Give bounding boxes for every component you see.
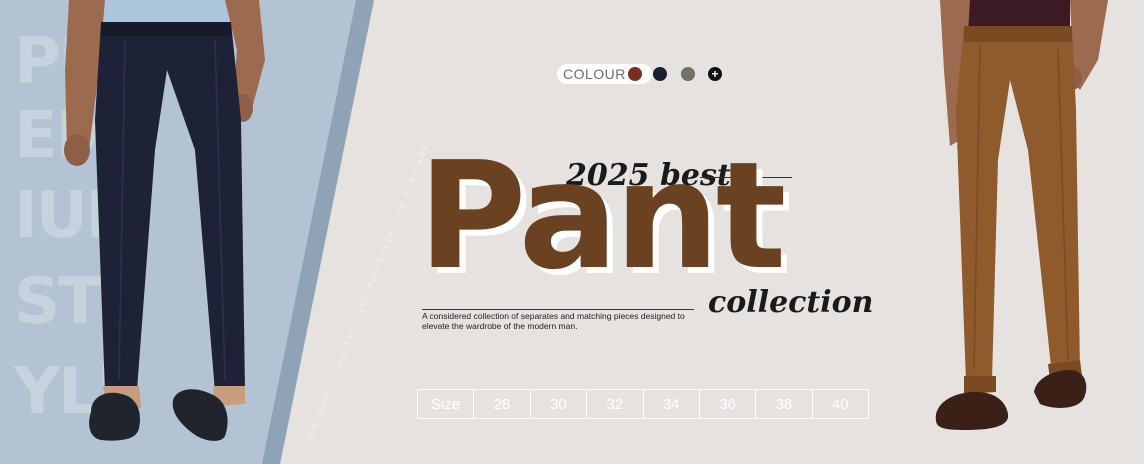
colour-swatch-olive[interactable] xyxy=(681,67,695,81)
size-selector: Size 28 30 32 34 36 38 40 xyxy=(417,389,869,419)
navy-pants-model-image xyxy=(64,0,265,441)
tagline-rule xyxy=(422,309,694,310)
size-option-34[interactable]: 34 xyxy=(642,390,699,418)
colour-selector: COLOUR + xyxy=(557,64,722,84)
brown-pants-model-image xyxy=(935,0,1108,430)
size-option-36[interactable]: 36 xyxy=(698,390,755,418)
colour-swatch-navy[interactable] xyxy=(653,67,667,81)
tagline-text: A considered collection of separates and… xyxy=(422,311,685,331)
size-option-32[interactable]: 32 xyxy=(586,390,642,418)
size-option-40[interactable]: 40 xyxy=(811,390,868,418)
size-option-38[interactable]: 38 xyxy=(755,390,811,418)
hero-banner: PR EM IUM ST YLE 80% WOOL / 16% RECYCLED… xyxy=(0,0,1144,464)
headline-title: Pant xyxy=(418,130,786,302)
size-option-30[interactable]: 30 xyxy=(529,390,586,418)
headline-suffix: collection xyxy=(708,285,874,320)
size-option-28[interactable]: 28 xyxy=(473,390,529,418)
colour-swatch-rust[interactable] xyxy=(628,67,642,81)
add-colour-icon[interactable]: + xyxy=(708,67,722,81)
size-label: Size xyxy=(431,395,461,413)
